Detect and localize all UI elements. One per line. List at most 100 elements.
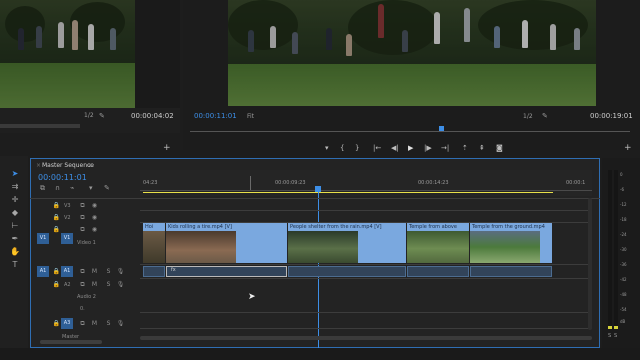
program-duration: 00:00:19:01 <box>590 112 633 120</box>
ruler-label: 00:00:14:23 <box>418 180 449 186</box>
camera-icon[interactable]: ◙ <box>496 145 503 152</box>
source-zoom-select[interactable]: 1/2 <box>84 113 94 119</box>
sync-lock-icon[interactable]: ⧉ <box>78 213 87 222</box>
wrench-icon[interactable]: ✎ <box>99 113 105 120</box>
wrench-icon[interactable]: ✎ <box>104 185 110 192</box>
add-marker-button[interactable]: ▾ <box>325 145 329 152</box>
video-clip[interactable]: Kids rolling a tire.mp4 [V] <box>166 223 287 263</box>
lock-icon[interactable]: 🔒 <box>52 213 61 222</box>
selection-tool-icon[interactable]: ➤ <box>9 168 21 179</box>
sync-lock-icon[interactable]: ⧉ <box>78 319 87 328</box>
microphone-icon[interactable]: 🎙 <box>116 280 125 289</box>
solo-button[interactable]: S <box>104 280 113 289</box>
snap-icon[interactable]: ∩ <box>55 185 60 192</box>
audio-clip[interactable] <box>288 266 406 277</box>
source-scrub-bar[interactable] <box>0 124 80 128</box>
bottom-bar <box>0 348 640 360</box>
audio-clip[interactable] <box>407 266 469 277</box>
source-patch-a1[interactable]: A1 <box>37 266 49 277</box>
premiere-workspace: 1/2 ✎ 00:00:04:02 + 00:00:11:01 Fit 1/2 … <box>0 0 640 360</box>
nest-icon[interactable]: ⧉ <box>40 185 45 192</box>
timeline-vertical-scrollbar[interactable] <box>588 198 592 330</box>
eye-icon[interactable]: ◉ <box>90 225 99 234</box>
program-zoom-select[interactable]: Fit <box>247 114 254 120</box>
slip-tool-icon[interactable]: ⊢ <box>9 220 21 231</box>
go-to-in-button[interactable]: |← <box>373 145 381 152</box>
type-tool-icon[interactable]: T <box>9 259 21 270</box>
mark-in-button[interactable]: { <box>340 145 344 152</box>
go-to-out-button[interactable]: →| <box>441 145 449 152</box>
source-add-button[interactable]: + <box>163 144 171 153</box>
lock-icon[interactable]: 🔒 <box>52 225 61 234</box>
mute-button[interactable]: M <box>90 319 99 328</box>
program-add-button[interactable]: + <box>624 144 632 153</box>
extract-icon[interactable]: ⇞ <box>479 145 485 152</box>
timeline-horizontal-scrollbar[interactable] <box>140 336 592 340</box>
microphone-icon[interactable]: 🎙 <box>116 267 125 276</box>
audio-clip-selected[interactable]: fx <box>166 266 287 277</box>
program-resolution-select[interactable]: 1/2 <box>523 114 533 120</box>
track-height-scrollbar[interactable] <box>40 340 102 344</box>
work-area-bar[interactable] <box>143 192 553 193</box>
close-icon[interactable]: × <box>36 163 41 169</box>
track-target-a3[interactable]: A3 <box>61 318 73 329</box>
play-button[interactable]: ▶ <box>408 145 413 152</box>
video-clip[interactable]: People shelter from the rain.mp4 [V] <box>288 223 406 263</box>
lift-icon[interactable]: ⇡ <box>462 145 468 152</box>
meter-channel-right <box>614 170 618 328</box>
razor-tool-icon[interactable]: ◆ <box>9 207 21 218</box>
program-scrub-bar[interactable] <box>190 131 630 132</box>
meter-solo-right[interactable]: S <box>614 334 617 339</box>
ripple-edit-tool-icon[interactable]: ✛ <box>9 194 21 205</box>
mark-out-button[interactable]: } <box>355 145 359 152</box>
step-forward-button[interactable]: |▶ <box>424 145 432 152</box>
program-monitor-frame <box>228 0 596 106</box>
source-monitor-frame <box>0 0 135 108</box>
wrench-icon[interactable]: ✎ <box>542 113 548 120</box>
lock-icon[interactable]: 🔒 <box>52 319 61 328</box>
marker-icon[interactable]: ▾ <box>89 185 93 192</box>
sequence-menu-icon[interactable]: ≡ <box>88 163 93 169</box>
sequence-timecode[interactable]: 00:00:11:01 <box>38 174 87 182</box>
lock-icon[interactable]: 🔒 <box>52 280 61 289</box>
hand-tool-icon[interactable]: ✋ <box>9 246 21 257</box>
eye-icon[interactable]: ◉ <box>90 201 99 210</box>
lock-icon[interactable]: 🔒 <box>52 267 61 276</box>
ruler-label: 00:00:1 <box>566 180 586 186</box>
sync-lock-icon[interactable]: ⧉ <box>78 201 87 210</box>
video-clip[interactable]: Temple from above <box>407 223 469 263</box>
linked-selection-icon[interactable]: ⌁ <box>70 185 74 192</box>
solo-button[interactable]: S <box>104 267 113 276</box>
ruler-label: 00:00:09:23 <box>275 180 306 186</box>
track-target-a1[interactable]: A1 <box>61 266 73 277</box>
step-back-button[interactable]: ◀| <box>391 145 399 152</box>
eye-icon[interactable]: ◉ <box>90 213 99 222</box>
track-name-v2: V2 <box>64 215 71 221</box>
solo-button[interactable]: S <box>104 319 113 328</box>
track-select-tool-icon[interactable]: ⇉ <box>9 181 21 192</box>
pen-tool-icon[interactable]: ✒ <box>9 233 21 244</box>
source-timecode: 00:00:04:02 <box>131 112 174 120</box>
sync-lock-icon[interactable]: ⧉ <box>78 267 87 276</box>
mute-button[interactable]: M <box>90 280 99 289</box>
sync-lock-icon[interactable]: ⧉ <box>78 225 87 234</box>
track-name-a2: A2 <box>64 282 71 288</box>
sync-lock-icon[interactable]: ⧉ <box>78 280 87 289</box>
meter-channel-left <box>608 170 612 328</box>
lock-icon[interactable]: 🔒 <box>52 201 61 210</box>
track-target-v1[interactable]: V1 <box>61 233 73 244</box>
program-playhead[interactable] <box>438 126 444 131</box>
meter-solo-left[interactable]: S <box>608 334 611 339</box>
track-label-audio-2: Audio 2 <box>77 294 96 300</box>
source-patch-v1[interactable]: V1 <box>37 233 49 244</box>
audio-clip[interactable] <box>143 266 165 277</box>
audio-clip[interactable] <box>470 266 552 277</box>
program-current-time[interactable]: 00:00:11:01 <box>194 113 237 120</box>
mute-button[interactable]: M <box>90 267 99 276</box>
track-level-value: 0. <box>80 306 85 312</box>
microphone-icon[interactable]: 🎙 <box>116 319 125 328</box>
sequence-tab[interactable]: Master Sequence <box>42 163 94 169</box>
video-clip[interactable]: Hoi <box>143 223 165 263</box>
ruler-label: 04:23 <box>143 180 158 186</box>
video-clip[interactable]: Temple from the ground.mp4 <box>470 223 552 263</box>
